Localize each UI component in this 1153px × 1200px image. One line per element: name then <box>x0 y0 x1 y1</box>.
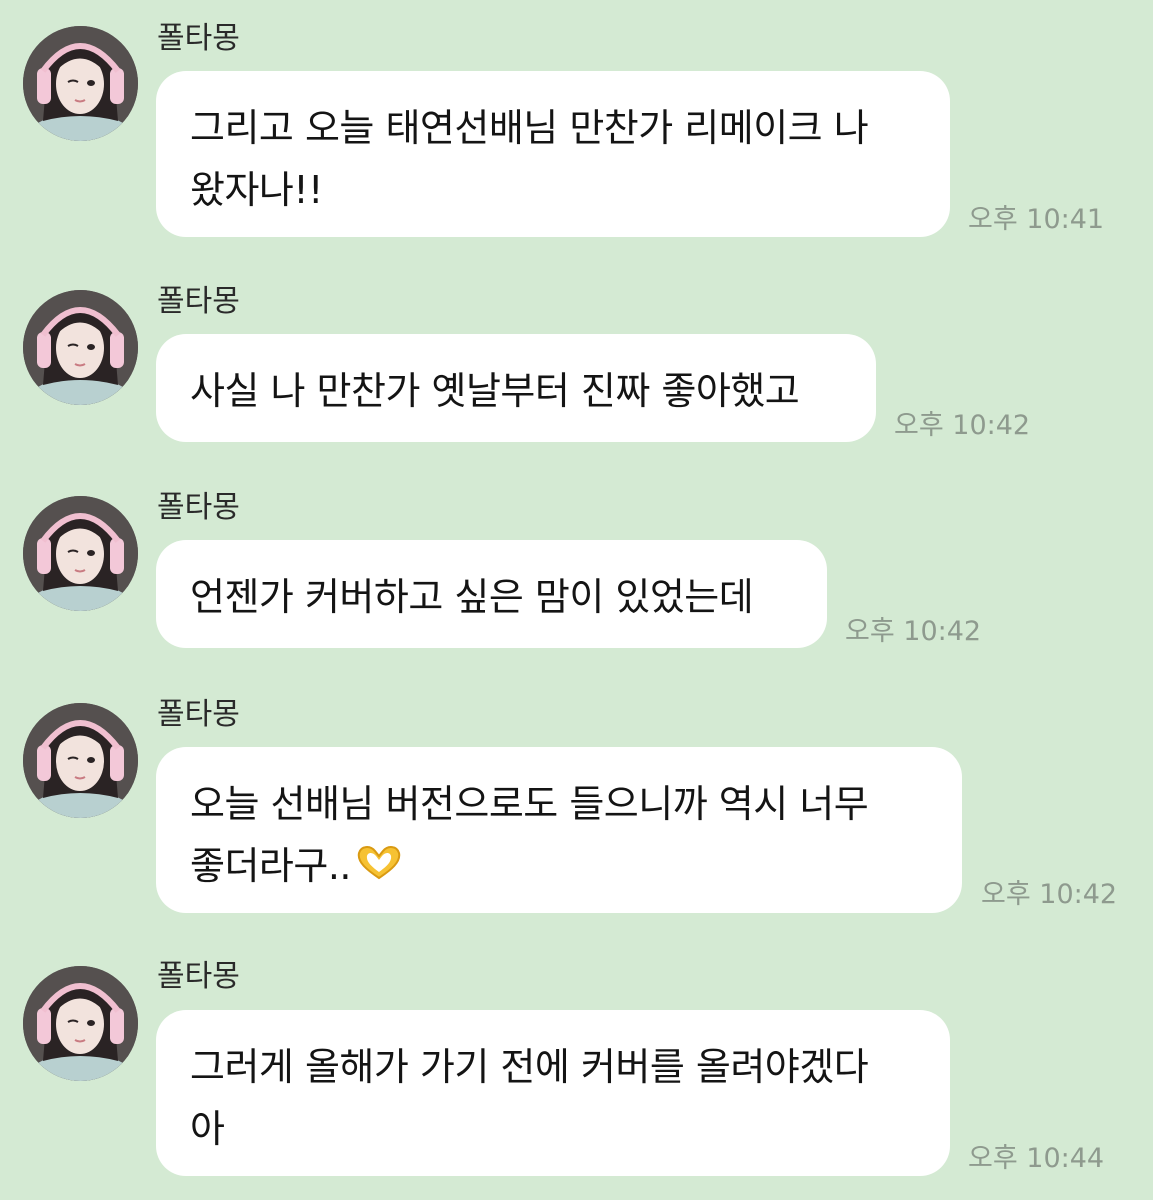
profile-avatar[interactable] <box>23 290 138 405</box>
message-timestamp: 오후 10:41 <box>968 204 1105 235</box>
message-text-line: 아 <box>190 1107 225 1151</box>
message-text-line: 사실 나 만찬가 옛날부터 진짜 좋아했고 <box>190 369 800 413</box>
profile-avatar[interactable] <box>23 966 138 1081</box>
message-bubble[interactable]: 오늘 선배님 버전으로도 들으니까 역시 너무 좋더라구.. <box>156 747 962 913</box>
message-text-line: 언젠가 커버하고 싶은 맘이 있었는데 <box>190 575 754 619</box>
message-timestamp: 오후 10:42 <box>894 410 1031 441</box>
message-bubble[interactable]: 사실 나 만찬가 옛날부터 진짜 좋아했고 <box>156 334 876 442</box>
message-bubble[interactable]: 그러게 올해가 가기 전에 커버를 올려야겠다 아 <box>156 1010 950 1176</box>
message-text-line: 오늘 선배님 버전으로도 들으니까 역시 너무 <box>190 782 869 826</box>
message-timestamp: 오후 10:44 <box>968 1143 1105 1174</box>
message-text-line: 그리고 오늘 태연선배님 만찬가 리메이크 나 <box>190 106 869 150</box>
message-bubble[interactable]: 그리고 오늘 태연선배님 만찬가 리메이크 나 왔자나!! <box>156 71 950 237</box>
message-text-line: 그러게 올해가 가기 전에 커버를 올려야겠다 <box>190 1045 869 1089</box>
message-timestamp: 오후 10:42 <box>845 616 982 647</box>
profile-avatar[interactable] <box>23 496 138 611</box>
message-timestamp: 오후 10:42 <box>981 879 1118 910</box>
chat-screen: { "chat": { "messages": [ { "sender": "폴… <box>0 0 1153 1200</box>
profile-avatar[interactable] <box>23 26 138 141</box>
sender-name: 폴타몽 <box>157 697 240 732</box>
message-text-line: 왔자나!! <box>190 168 323 212</box>
heart-hands-emoji-icon <box>353 838 405 900</box>
sender-name: 폴타몽 <box>157 490 240 525</box>
message-bubble[interactable]: 언젠가 커버하고 싶은 맘이 있었는데 <box>156 540 827 648</box>
sender-name: 폴타몽 <box>157 959 240 994</box>
sender-name: 폴타몽 <box>157 21 240 56</box>
profile-avatar[interactable] <box>23 703 138 818</box>
message-text-line: 좋더라구.. <box>190 835 928 900</box>
message-text-segment: 좋더라구.. <box>190 844 352 888</box>
sender-name: 폴타몽 <box>157 284 240 319</box>
